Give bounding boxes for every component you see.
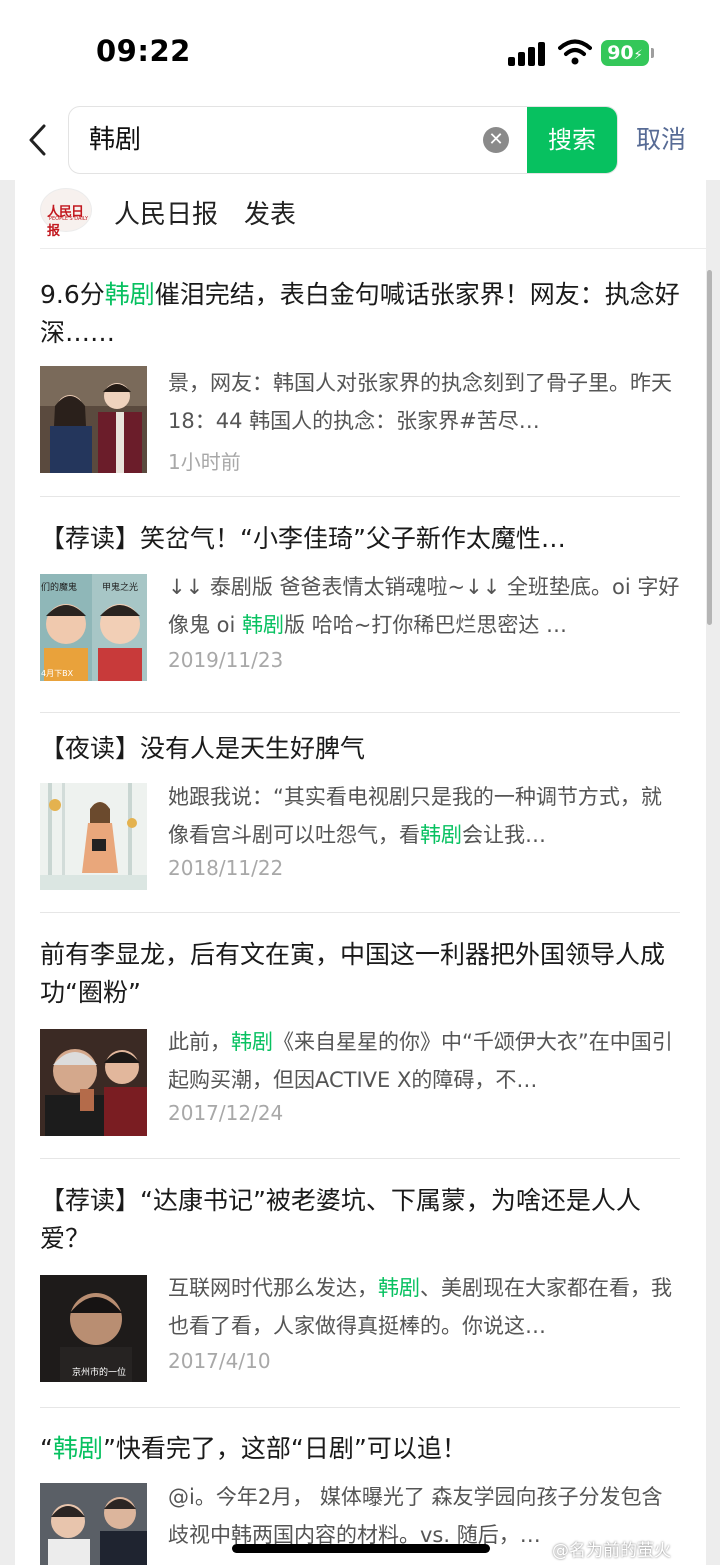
scrollbar[interactable]: [707, 270, 712, 625]
article-thumbnail: [40, 1483, 147, 1565]
search-button[interactable]: 搜索: [527, 107, 617, 173]
keyword-highlight: 韩剧: [242, 613, 285, 637]
text-segment: 互联网时代那么发达，: [168, 1276, 378, 1300]
article-title: “韩剧”快看完了，这部“日剧”可以追！: [40, 1430, 680, 1468]
signal-icon: [508, 42, 548, 66]
home-indicator[interactable]: [232, 1544, 490, 1553]
search-input[interactable]: 韩剧: [89, 107, 141, 173]
text-segment: 此前，: [168, 1030, 231, 1054]
divider: [40, 1407, 680, 1408]
thumbnail-caption: 京州市的一位: [72, 1368, 127, 1378]
article-thumbnail: 京州市的一位: [40, 1275, 147, 1382]
publisher-logo: 人民日报 PEOPLE'S DAILY: [40, 188, 92, 239]
text-segment: 会让我…: [462, 823, 546, 847]
article-thumbnail: 们的魔鬼 甲鬼之光 4月下BX: [40, 574, 147, 681]
keyword-highlight: 韩剧: [104, 280, 155, 309]
article-title: 【荐读】“达康书记”被老婆坑、下属蒙，为啥还是人人爱？: [40, 1182, 680, 1258]
divider: [40, 912, 680, 913]
battery-charging-icon: ⚡: [633, 48, 643, 63]
text-segment: 【荐读】“达康书记”被老婆坑、下属蒙，为啥还是人人爱？: [40, 1186, 641, 1253]
battery-level: 90: [607, 42, 634, 64]
wifi-icon: [558, 39, 592, 65]
publisher-suffix: 发表: [244, 200, 297, 230]
back-chevron-icon[interactable]: [24, 120, 54, 160]
article-snippet: ↓↓ 泰剧版 爸爸表情太销魂啦~↓↓ 全班垫底。oi 字好像鬼 oi 韩剧版 哈…: [168, 568, 680, 644]
text-segment: 她跟我说：“其实看电视剧只是我的一种调节方式，就像看宫斗剧可以吐怨气，看: [168, 785, 662, 847]
thumbnail-caption: 甲鬼之光: [102, 583, 139, 593]
status-time: 09:22: [96, 34, 191, 68]
article-item[interactable]: 【荐读】笑岔气！“小李佳琦”父子新作太魔性… 们的魔鬼 甲鬼之光 4月下BX ↓…: [40, 520, 680, 700]
search-box[interactable]: 韩剧 ✕ 搜索: [68, 106, 618, 174]
article-snippet: 互联网时代那么发达，韩剧、美剧现在大家都在看，我也看了看，人家做得真挺棒的。你说…: [168, 1269, 680, 1345]
article-date: 2019/11/23: [168, 648, 284, 672]
article-date: 1小时前: [168, 450, 241, 474]
text-segment: 景，网友：韩国人对张家界的执念刻到了骨子里。昨天18：44 韩国人的执念：张家界…: [168, 371, 672, 433]
divider: [40, 1158, 680, 1159]
text-segment: “: [40, 1434, 53, 1463]
keyword-highlight: 韩剧: [420, 823, 462, 847]
divider: [40, 496, 680, 497]
watermark: @名为前的萤火: [552, 1541, 671, 1561]
article-thumbnail: [40, 366, 147, 473]
battery-tip: [651, 48, 654, 58]
article-date: 2017/12/24: [168, 1101, 284, 1125]
battery-indicator: 90⚡: [601, 40, 649, 66]
article-thumbnail: [40, 1029, 147, 1136]
text-segment: 版 哈哈~打你稀巴烂思密达 …: [284, 613, 567, 637]
search-header: 韩剧 ✕ 搜索 取消: [0, 100, 720, 180]
article-thumbnail: [40, 783, 147, 890]
thumbnail-caption: 4月下BX: [41, 669, 74, 678]
text-segment: 【夜读】没有人是天生好脾气: [40, 734, 366, 763]
keyword-highlight: 韩剧: [378, 1276, 420, 1300]
article-snippet: 景，网友：韩国人对张家界的执念刻到了骨子里。昨天18：44 韩国人的执念：张家界…: [168, 364, 680, 440]
article-title: 9.6分韩剧催泪完结，表白金句喊话张家界！网友：执念好深……: [40, 276, 680, 352]
article-item[interactable]: 前有李显龙，后有文在寅，中国这一利器把外国领导人成功“圈粉” 此前，韩剧《来自星…: [40, 936, 680, 1156]
article-title: 【荐读】笑岔气！“小李佳琦”父子新作太魔性…: [40, 520, 680, 558]
divider: [40, 712, 680, 713]
keyword-highlight: 韩剧: [231, 1030, 273, 1054]
text-segment: ”快看完了，这部“日剧”可以追！: [102, 1434, 467, 1463]
thumbnail-caption: 们的魔鬼: [41, 583, 78, 593]
article-snippet: 此前，韩剧《来自星星的你》中“千颂伊大衣”在中国引起购买潮，但因ACTIVE X…: [168, 1023, 680, 1099]
article-snippet: 她跟我说：“其实看电视剧只是我的一种调节方式，就像看宫斗剧可以吐怨气，看韩剧会让…: [168, 778, 680, 854]
article-item[interactable]: 9.6分韩剧催泪完结，表白金句喊话张家界！网友：执念好深…… 景，网友：韩国人对…: [40, 276, 680, 496]
status-bar: 09:22 90⚡: [0, 0, 720, 100]
divider: [40, 248, 706, 249]
text-segment: 9.6分: [40, 280, 105, 309]
article-item[interactable]: 【荐读】“达康书记”被老婆坑、下属蒙，为啥还是人人爱？ 京州市的一位 互联网时代…: [40, 1182, 680, 1402]
keyword-highlight: 韩剧: [52, 1434, 103, 1463]
article-title: 前有李显龙，后有文在寅，中国这一利器把外国领导人成功“圈粉”: [40, 936, 680, 1012]
article-item[interactable]: 【夜读】没有人是天生好脾气 她跟我说：“其实看电视剧只是我的一种调节方式，就像看…: [40, 730, 680, 910]
article-date: 2018/11/22: [168, 856, 284, 880]
clear-icon[interactable]: ✕: [483, 127, 509, 153]
results-card: 人民日报 PEOPLE'S DAILY 人民日报 发表 9.6分韩剧催泪完结，表…: [15, 180, 706, 1565]
article-date: 2017/4/10: [168, 1349, 271, 1373]
article-title: 【夜读】没有人是天生好脾气: [40, 730, 680, 768]
publisher-logo-subtext: PEOPLE'S DAILY: [49, 216, 89, 222]
publisher-name: 人民日报: [114, 200, 219, 230]
text-segment: 前有李显龙，后有文在寅，中国这一利器把外国领导人成功“圈粉”: [40, 940, 666, 1007]
cancel-button[interactable]: 取消: [636, 120, 686, 156]
text-segment: 【荐读】笑岔气！“小李佳琦”父子新作太魔性…: [40, 524, 566, 553]
